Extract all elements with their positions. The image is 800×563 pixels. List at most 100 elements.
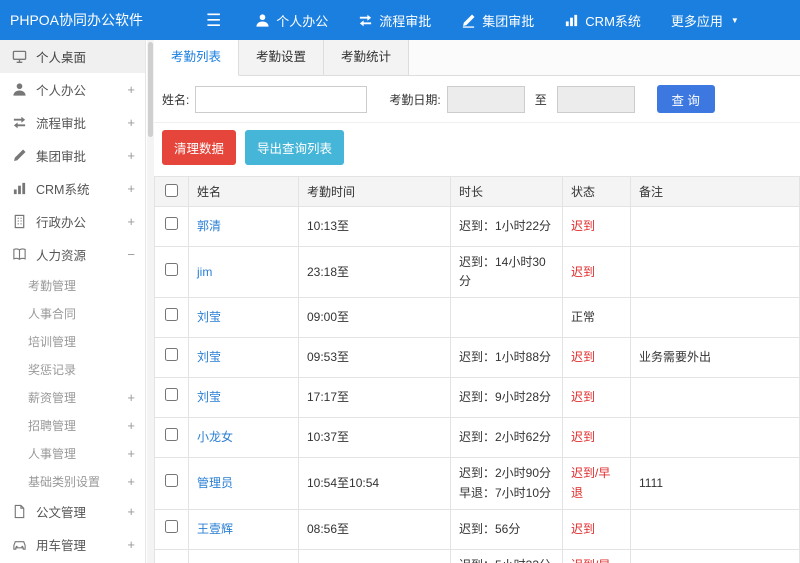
- attendance-time: 13:20至13:20: [298, 548, 451, 563]
- sidebar-subitem-hr-contracts[interactable]: 人事合同: [0, 299, 145, 327]
- sidebar-subitem-training-mgmt[interactable]: 培训管理: [0, 327, 145, 355]
- name-filter-input[interactable]: [195, 85, 368, 113]
- sidebar-subitem-label: 人事管理: [28, 446, 77, 461]
- date-to-label: 至: [534, 92, 547, 107]
- status-cell: 迟到/早退: [562, 548, 631, 563]
- attendance-time: 08:56至: [298, 508, 451, 550]
- date-to-input[interactable]: [556, 85, 635, 113]
- expand-icon[interactable]: +: [127, 116, 135, 129]
- tab-attendance-list[interactable]: 考勤列表: [154, 40, 240, 76]
- sidebar-item-admin-office[interactable]: 行政办公 +: [0, 205, 145, 238]
- sidebar-subitem-recruit-mgmt[interactable]: 招聘管理 +: [0, 411, 145, 439]
- employee-name-link[interactable]: 刘莹: [197, 350, 221, 364]
- sidebar-subitem-personnel-mgmt[interactable]: 人事管理 +: [0, 439, 145, 467]
- table-row: 刘莹 09:00至 正常: [154, 297, 800, 339]
- sidebar-subitem-rewards-records[interactable]: 奖惩记录: [0, 355, 145, 383]
- sidebar-item-label: 人力资源: [36, 249, 87, 263]
- sidebar-subitem-attendance-mgmt[interactable]: 考勤管理: [0, 271, 145, 299]
- expand-icon[interactable]: +: [127, 447, 135, 460]
- duration-cell: 迟到：2小时90分 早退：7小时10分: [450, 457, 563, 510]
- sidebar-item-document-mgmt[interactable]: 公文管理 +: [0, 495, 145, 528]
- expand-icon[interactable]: +: [127, 215, 135, 228]
- employee-name-link[interactable]: 王壹辉: [197, 522, 233, 536]
- sidebar-item-label: 用车管理: [36, 539, 87, 553]
- table-row: 王壹辉 08:56至 迟到：56分 迟到: [154, 508, 800, 550]
- employee-name-link[interactable]: 刘莹: [197, 390, 221, 404]
- expand-icon[interactable]: +: [127, 419, 135, 432]
- row-checkbox[interactable]: [165, 348, 178, 362]
- row-checkbox[interactable]: [165, 428, 178, 442]
- status-cell: 迟到: [562, 206, 631, 247]
- expand-icon[interactable]: +: [127, 505, 135, 518]
- flow-icon: [358, 13, 373, 28]
- sidebar-scrollbar[interactable]: [147, 40, 154, 563]
- row-checkbox[interactable]: [165, 262, 178, 276]
- tab-attendance-stats[interactable]: 考勤统计: [324, 40, 410, 75]
- note-cell: [630, 417, 800, 459]
- person-icon: [255, 13, 270, 28]
- sidebar-item-human-resources[interactable]: 人力资源 −: [0, 238, 145, 271]
- expand-icon[interactable]: +: [127, 391, 135, 404]
- sidebar-subitem-base-category-settings[interactable]: 基础类别设置 +: [0, 467, 145, 495]
- attendance-time: 10:37至: [298, 417, 451, 459]
- row-checkbox[interactable]: [165, 216, 178, 230]
- nav-label: 更多应用: [670, 13, 723, 29]
- search-button[interactable]: 查 询: [656, 85, 715, 113]
- nav-workflow-approval[interactable]: 流程审批: [358, 11, 431, 30]
- status-cell: 迟到: [562, 508, 631, 550]
- flow-icon: [12, 115, 28, 131]
- nav-personal-office[interactable]: 个人办公: [255, 11, 328, 30]
- attendance-table: 姓名 考勤时间 时长 状态 备注 郭清 10:13至 迟到：1小时22分 迟到 …: [154, 176, 800, 563]
- nav-more-apps[interactable]: 更多应用 ▼: [671, 11, 739, 30]
- expand-icon[interactable]: +: [127, 149, 135, 162]
- attendance-time: 10:54至10:54: [298, 457, 451, 510]
- duration-cell: 迟到：14小时30分: [450, 245, 563, 299]
- row-checkbox[interactable]: [165, 388, 178, 402]
- employee-name-link[interactable]: 郭清: [197, 219, 221, 233]
- row-checkbox[interactable]: [165, 519, 178, 533]
- nav-crm-system[interactable]: CRM系统: [564, 11, 641, 30]
- duration-cell: 迟到：2小时62分: [450, 417, 563, 459]
- attendance-time: 09:00至: [298, 297, 451, 339]
- duration-cell: 迟到：1小时22分: [450, 206, 563, 247]
- sidebar-subitem-label: 薪资管理: [28, 390, 77, 405]
- app-logo: PHPOA协同办公软件: [10, 12, 144, 28]
- filter-bar: 姓名: 考勤日期: 至 查 询: [154, 76, 800, 123]
- clear-data-button[interactable]: 清理数据: [162, 130, 237, 165]
- collapse-icon[interactable]: −: [127, 248, 135, 261]
- sidebar-item-crm-system[interactable]: CRM系统 +: [0, 172, 145, 205]
- hamburger-icon[interactable]: ☰: [206, 12, 221, 29]
- expand-icon[interactable]: +: [127, 83, 135, 96]
- expand-icon[interactable]: +: [127, 475, 135, 488]
- name-filter-label: 姓名:: [162, 92, 190, 107]
- expand-icon[interactable]: +: [127, 182, 135, 195]
- tab-bar: 考勤列表 考勤设置 考勤统计: [154, 40, 800, 76]
- employee-name-link[interactable]: 刘莹: [197, 310, 221, 324]
- bar-chart-icon: [564, 13, 579, 28]
- top-nav: 个人办公 流程审批 集团审批 CRM系统 更多应用 ▼: [255, 11, 739, 30]
- nav-group-approval[interactable]: 集团审批: [461, 11, 534, 30]
- book-icon: [12, 247, 28, 263]
- employee-name-link[interactable]: 小龙女: [197, 430, 233, 444]
- table-header-row: 姓名 考勤时间 时长 状态 备注: [154, 176, 800, 207]
- tab-attendance-settings[interactable]: 考勤设置: [239, 40, 325, 75]
- nav-label: 流程审批: [379, 13, 432, 29]
- date-from-input[interactable]: [446, 85, 525, 113]
- sidebar-subitem-salary-mgmt[interactable]: 薪资管理 +: [0, 383, 145, 411]
- export-list-button[interactable]: 导出查询列表: [245, 130, 345, 165]
- sidebar-item-desktop[interactable]: 个人桌面: [0, 40, 145, 73]
- expand-icon[interactable]: +: [127, 538, 135, 551]
- row-checkbox[interactable]: [165, 308, 178, 322]
- sidebar-item-workflow-approval[interactable]: 流程审批 +: [0, 106, 145, 139]
- employee-name-link[interactable]: jim: [197, 265, 212, 279]
- scrollbar-thumb[interactable]: [148, 42, 153, 137]
- attendance-time: 23:18至: [298, 245, 451, 299]
- row-checkbox[interactable]: [165, 473, 178, 487]
- duration-cell: 迟到：1小时88分: [450, 337, 563, 379]
- employee-name-link[interactable]: 管理员: [197, 476, 233, 490]
- sidebar-item-personal-office[interactable]: 个人办公 +: [0, 73, 145, 106]
- table-row: 郭清 10:13至 迟到：1小时22分 迟到: [154, 206, 800, 247]
- select-all-checkbox[interactable]: [165, 183, 178, 197]
- sidebar-item-group-approval[interactable]: 集团审批 +: [0, 139, 145, 172]
- sidebar-item-vehicle-mgmt[interactable]: 用车管理 +: [0, 528, 145, 561]
